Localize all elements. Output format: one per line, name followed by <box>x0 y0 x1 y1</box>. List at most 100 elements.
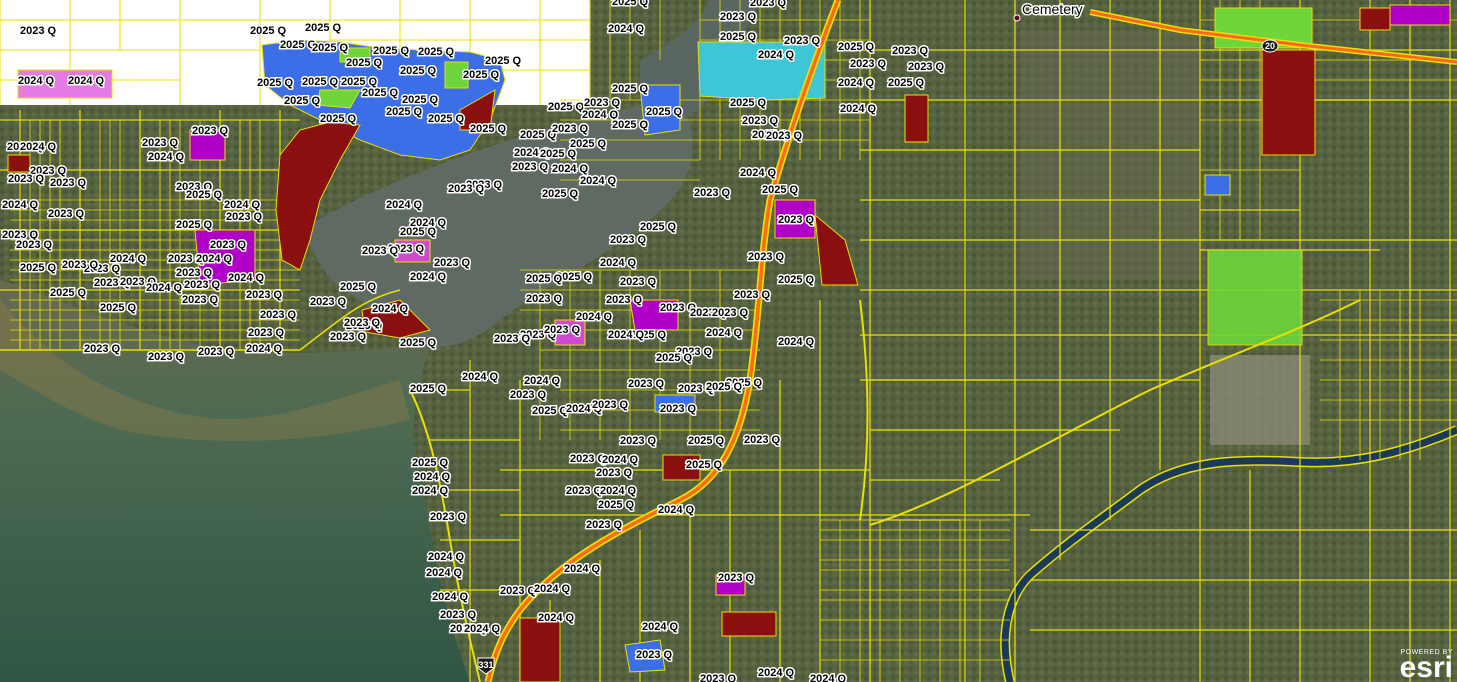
parcel-label: 2024 Q <box>146 282 183 294</box>
parcel-label: 2025 Q <box>778 274 815 286</box>
parcel-label: 2024 Q <box>372 303 409 315</box>
parcel-label: 2023 Q <box>610 234 647 246</box>
parcel-label: 2023 Q <box>544 324 581 336</box>
parcel-label: 2023 Q <box>700 673 737 682</box>
parcel-label: 2024 Q <box>838 77 875 89</box>
route-20-number: 20 <box>1265 41 1275 51</box>
route-shield-331: 331 <box>477 657 495 675</box>
parcel-label: 2023 Q <box>720 11 757 23</box>
parcel-label: 2025 Q <box>656 352 693 364</box>
parcel-label: 2024 Q <box>18 75 55 87</box>
parcel-label: 2025 Q <box>428 113 465 125</box>
parcel-label: 2024 Q <box>706 327 743 339</box>
parcel-label: 2023 Q <box>586 519 623 531</box>
parcel-map[interactable]: 2023 Q 2025 Q 2025 Q 2025 Q 2025 Q 2025 Q 2025… <box>0 0 1457 682</box>
parcel-labels: 2023 Q 2025 Q2025 Q2025 Q2025 Q 2025 Q 2025… <box>1 0 947 682</box>
parcel-label: 2025 Q <box>373 45 410 57</box>
parcel-label: 2023 Q <box>526 293 563 305</box>
parcel-label: 2023 Q <box>8 173 45 185</box>
parcel-label: 2024 Q <box>758 49 795 61</box>
parcel-label: 2023 Q <box>734 289 771 301</box>
parcel-label: 2024 Q <box>196 253 233 265</box>
parcel-label: 2024 Q <box>534 583 571 595</box>
parcel-label: 2023 Q <box>620 276 657 288</box>
parcel-label: 2023 Q <box>636 649 673 661</box>
parcel-label: 2023 Q <box>176 267 213 279</box>
parcel-label: 2025 Q <box>640 221 677 233</box>
parcel-label: 2025 Q <box>463 69 500 81</box>
parcel-label: 2025 Q <box>100 302 137 314</box>
parcel-label: 2023 Q <box>850 58 887 70</box>
parcel-label: 2025 Q <box>50 287 87 299</box>
parcel-label: 2025 Q <box>305 22 342 34</box>
parcel-label: 2025 Q <box>418 46 455 58</box>
parcel-label: 2025 Q <box>542 188 579 200</box>
parcel-label: 2023 Q <box>448 183 485 195</box>
parcel-label: 2023 Q <box>226 211 263 223</box>
parcel-label: 2024 Q <box>524 375 561 387</box>
parcel-label: 2023 Q <box>718 572 755 584</box>
parcel-label: 2023 Q <box>592 399 629 411</box>
parcel-label: 2025 Q <box>646 106 683 118</box>
parcel-label: 2025 Q <box>540 148 577 160</box>
parcel-label: 2025 Q <box>532 405 569 417</box>
parcel-label: 2023 Q <box>778 214 815 226</box>
parcel-label: 2023 Q <box>510 389 547 401</box>
parcel-label: 2023 Q <box>16 239 53 251</box>
parcel-label: 2024 Q <box>414 471 451 483</box>
parcel-label: 2025 Q <box>598 499 635 511</box>
parcel-label: 2025 Q <box>346 57 383 69</box>
parcel-label: 2025 Q <box>410 383 447 395</box>
parcel-label: 2025 Q <box>176 219 213 231</box>
parcel-label: 2023 Q <box>584 97 621 109</box>
parcel-label: 2023 Q <box>20 25 57 37</box>
parcel-label: 2024 Q <box>224 199 261 211</box>
parcel-label: 2023 Q <box>908 61 945 73</box>
parcel-label: 2024 Q <box>410 271 447 283</box>
parcel-label: 2025 Q <box>612 0 649 8</box>
parcel-label: 2023 Q <box>494 333 531 345</box>
parcel-label: 2023 Q <box>500 585 537 597</box>
parcel-label: 2023 Q <box>566 485 603 497</box>
parcel-label: 2023 Q <box>310 296 347 308</box>
parcel-label: 2024 Q <box>462 371 499 383</box>
parcel-label: 2025 Q <box>730 97 767 109</box>
parcel-label: 2023 Q <box>48 208 85 220</box>
parcel-label: 2023 Q <box>606 294 643 306</box>
parcel-label: 2023 Q <box>434 257 471 269</box>
parcel-label: 2024 Q <box>576 311 613 323</box>
parcel-label: 2023 Q <box>694 187 731 199</box>
parcel-label: 2023 Q <box>784 35 821 47</box>
parcel-label: 2023 Q <box>182 294 219 306</box>
parcel-label: 2023 Q <box>430 511 467 523</box>
parcel-label: 2023 Q <box>84 343 121 355</box>
parcel-label: 2025 Q <box>400 65 437 77</box>
parcel-label: 2023 Q <box>142 137 179 149</box>
esri-attribution[interactable]: POWERED BY esri <box>1400 649 1453 682</box>
parcel-label: 2024 Q <box>426 567 463 579</box>
parcel-label: 2024 Q <box>740 167 777 179</box>
parcel-label: 2025 Q <box>470 123 507 135</box>
parcel-label: 2023 Q <box>748 251 785 263</box>
place-label-cemetery: Cemetery <box>1022 1 1083 17</box>
parcel-label: 2023 Q <box>246 289 283 301</box>
parcel-label: 2024 Q <box>642 621 679 633</box>
parcel-label: 2024 Q <box>608 23 645 35</box>
parcel-label: 2023 Q <box>330 331 367 343</box>
parcel-label: 2024 Q <box>464 623 501 635</box>
parcel-label: 2023 Q <box>620 435 657 447</box>
parcel-label: 2024 Q <box>600 257 637 269</box>
parcel-label: 2024 Q <box>148 151 185 163</box>
parcel-label: 2024 Q <box>600 485 637 497</box>
parcel-label: 2024 Q <box>580 175 617 187</box>
parcel-label: 2025 Q <box>688 435 725 447</box>
parcel-label: 2024 Q <box>68 75 105 87</box>
parcel-label: 2024 Q <box>246 343 283 355</box>
parcel-label: 2023 Q <box>50 177 87 189</box>
parcel-label: 2024 Q <box>2 199 39 211</box>
parcel-label: 2025 Q <box>706 381 743 393</box>
parcel-label: 2023 Q <box>892 45 929 57</box>
parcel-label: 2025 Q <box>362 87 399 99</box>
parcel-label: 2024 Q <box>412 485 449 497</box>
parcel-label: 2025 Q <box>400 337 437 349</box>
